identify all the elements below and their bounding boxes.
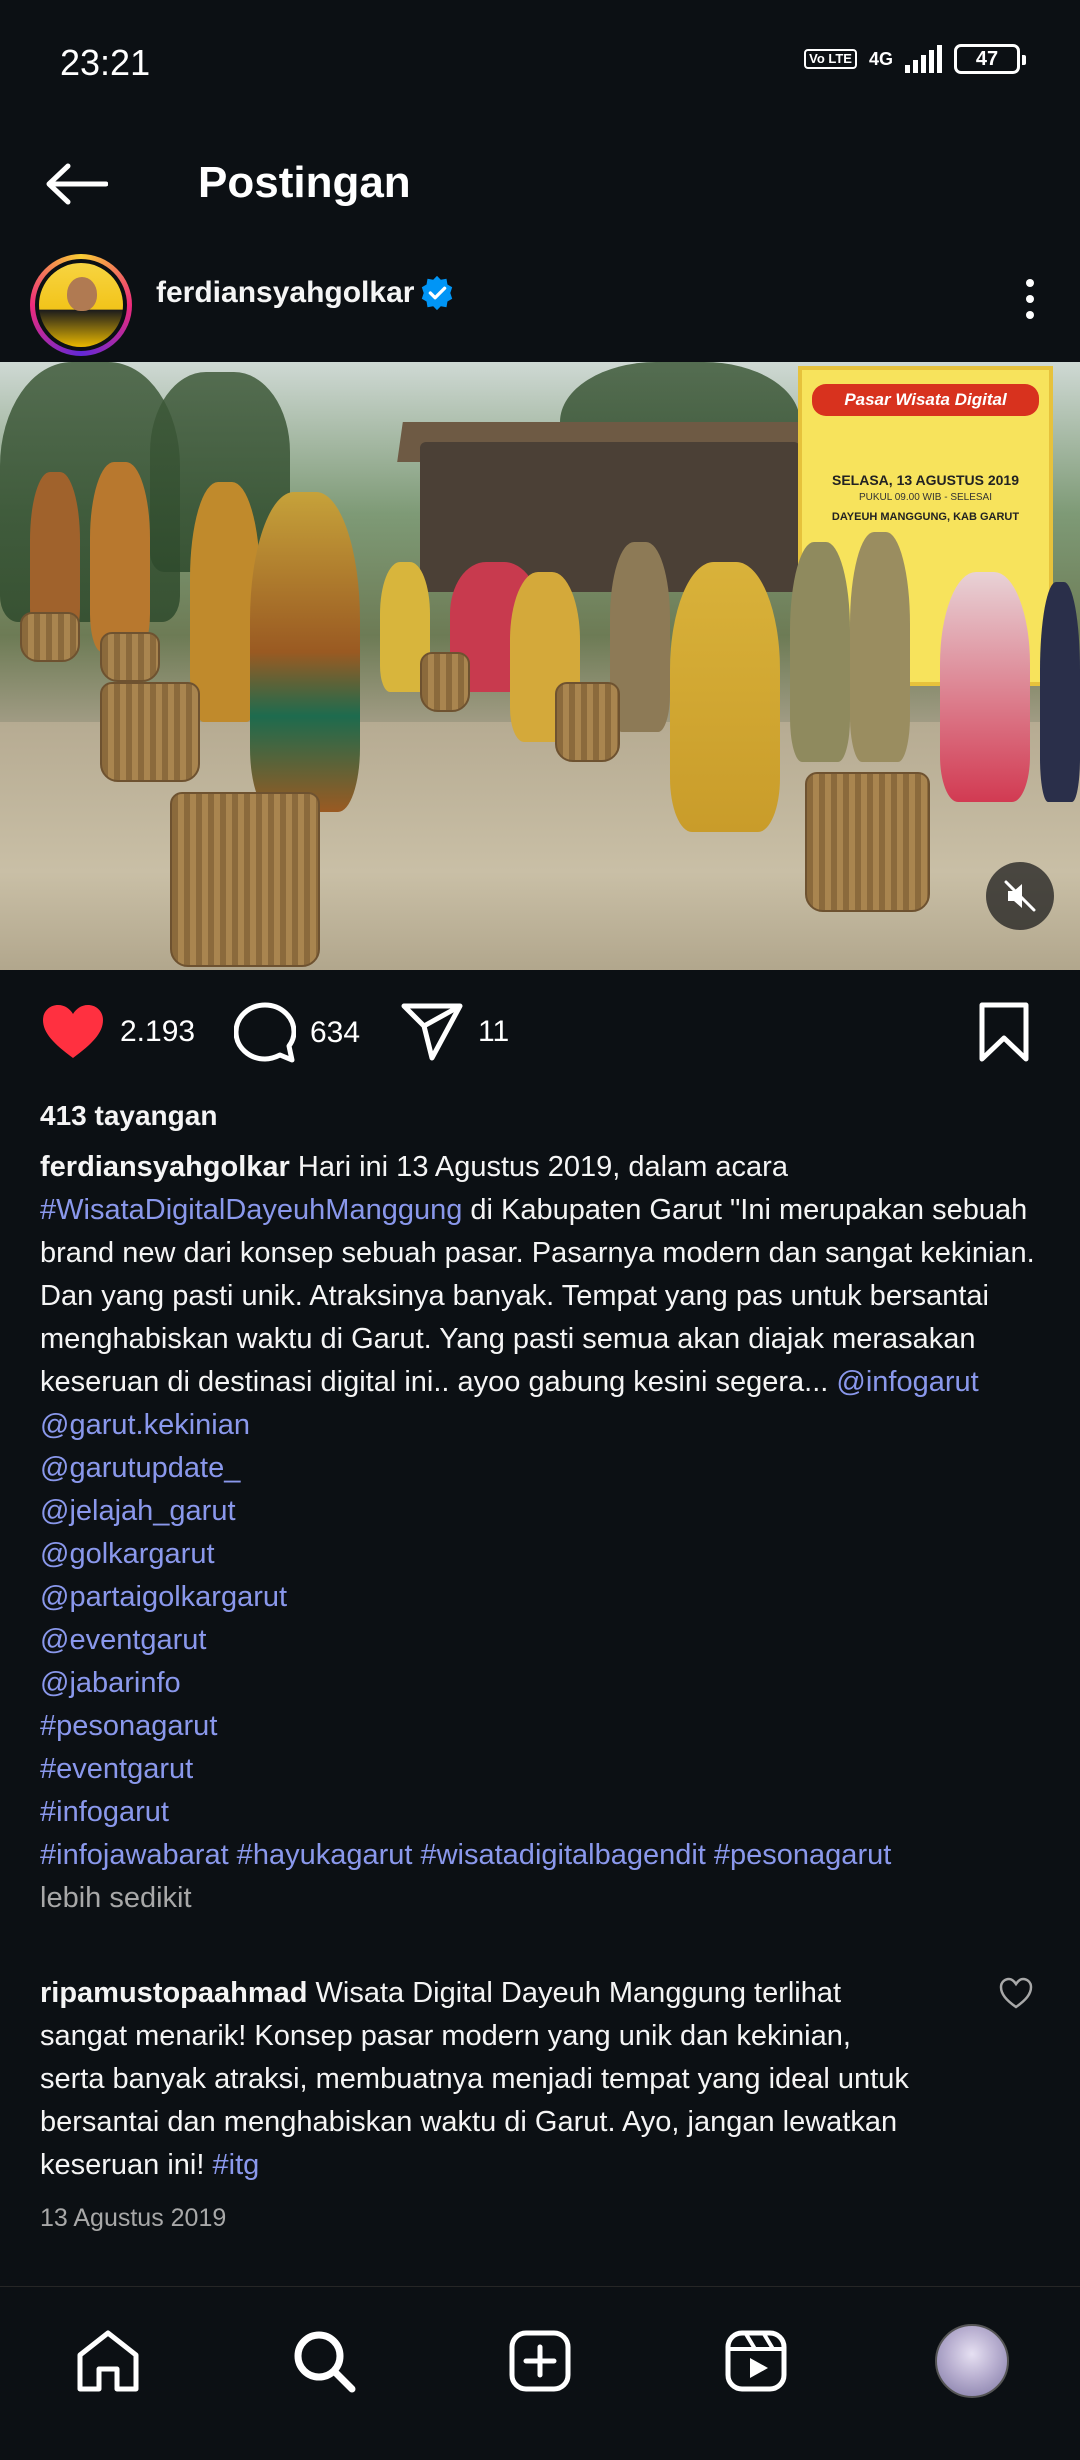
nav-profile-button[interactable] <box>932 2321 1012 2401</box>
banner-place: DAYEUH MANGGUNG, KAB GARUT <box>831 511 1020 523</box>
bookmark-icon <box>979 1002 1029 1062</box>
back-button[interactable] <box>40 154 112 214</box>
share-count: 11 <box>478 1015 510 1048</box>
banner-date: SELASA, 13 AGUSTUS 2019 <box>832 472 1019 488</box>
caption-tag-line[interactable]: #eventgarut <box>40 1748 1040 1791</box>
post-video[interactable]: Pasar Wisata Digital SELASA, 13 AGUSTUS … <box>0 362 1080 970</box>
caption-mention[interactable]: @infogarut <box>836 1366 978 1398</box>
verified-badge-icon <box>421 275 453 311</box>
battery-icon: 47 <box>954 44 1026 74</box>
view-count: 413 tayangan <box>40 1100 218 1131</box>
caption-text: Hari ini 13 Agustus 2019, dalam acara <box>289 1151 788 1183</box>
status-time: 23:21 <box>60 42 151 83</box>
share-button[interactable]: 11 <box>400 1002 509 1062</box>
more-options-button[interactable] <box>1010 264 1050 334</box>
arrow-left-icon <box>46 163 108 205</box>
caption-tag-line[interactable]: @eventgarut <box>40 1619 1040 1662</box>
caption-tag-line[interactable]: @jelajah_garut <box>40 1490 1040 1533</box>
status-bar: 23:21 Vo LTE 4G 47 <box>0 0 1080 128</box>
nav-home-button[interactable] <box>68 2321 148 2401</box>
page-title: Postingan <box>198 158 411 207</box>
banner-time: PUKUL 09.00 WIB - SELESAI <box>858 492 993 503</box>
signal-icon <box>905 45 942 73</box>
author-username[interactable]: ferdiansyahgolkar <box>156 276 414 310</box>
comment-hashtag[interactable]: #itg <box>213 2149 260 2181</box>
comment-count: 634 <box>310 1016 361 1049</box>
reels-icon <box>725 2330 787 2392</box>
caption-tag-line[interactable]: @garutupdate_ <box>40 1447 1040 1490</box>
caption-tag-line[interactable]: @partaigolkargarut <box>40 1576 1040 1619</box>
nav-search-button[interactable] <box>284 2321 364 2401</box>
caption-tag-line[interactable]: @golkargarut <box>40 1533 1040 1576</box>
banner-title: Pasar Wisata Digital <box>812 384 1039 416</box>
network-type: 4G <box>868 48 893 69</box>
heart-filled-icon <box>43 1005 103 1058</box>
search-icon <box>294 2331 356 2393</box>
comment-heart-icon[interactable] <box>998 1976 1034 2012</box>
home-icon <box>77 2330 139 2392</box>
send-icon <box>401 1003 463 1061</box>
profile-avatar <box>935 2324 1009 2398</box>
app-header: Postingan <box>0 130 1080 240</box>
comment-button[interactable]: 634 <box>234 1002 360 1064</box>
caption-username[interactable]: ferdiansyahgolkar <box>40 1151 290 1183</box>
save-button[interactable] <box>978 1002 1030 1067</box>
caption-tag-line[interactable]: @garut.kekinian <box>40 1404 1040 1447</box>
post-header: ferdiansyahgolkar <box>0 244 1080 356</box>
volte-icon: Vo LTE <box>804 49 857 69</box>
author-avatar[interactable] <box>30 254 132 356</box>
comment-item: ripamustopaahmad Wisata Digital Dayeuh M… <box>40 1972 920 2187</box>
like-count: 2.193 <box>120 1015 196 1048</box>
status-indicators: Vo LTE 4G 47 <box>804 44 1026 74</box>
battery-level: 47 <box>975 47 999 70</box>
comment-username[interactable]: ripamustopaahmad <box>40 1977 308 2009</box>
caption-tag-line[interactable]: #infogarut <box>40 1791 1040 1834</box>
nav-reels-button[interactable] <box>716 2321 796 2401</box>
caption-hashtag[interactable]: #WisataDigitalDayeuhManggung <box>40 1194 462 1226</box>
caption-tag-line[interactable]: #pesonagarut <box>40 1705 1040 1748</box>
create-icon <box>509 2330 571 2392</box>
post-date: 13 Agustus 2019 <box>40 2204 227 2232</box>
volume-muted-icon <box>1004 880 1036 912</box>
more-dots-icon <box>1026 279 1034 287</box>
post-actions: 2.193 634 11 <box>0 990 1080 1080</box>
bottom-navigation <box>0 2286 1080 2460</box>
nav-create-button[interactable] <box>500 2321 580 2401</box>
caption-tag-line[interactable]: @jabarinfo <box>40 1662 1040 1705</box>
like-button[interactable]: 2.193 <box>40 1002 195 1062</box>
show-less-link[interactable]: lebih sedikit <box>40 1877 1040 1920</box>
caption-tag-line[interactable]: #infojawabarat #hayukagarut #wisatadigit… <box>40 1834 1040 1877</box>
mute-toggle-button[interactable] <box>986 862 1054 930</box>
comment-icon <box>234 1002 296 1063</box>
post-caption: ferdiansyahgolkar Hari ini 13 Agustus 20… <box>40 1146 1040 1920</box>
